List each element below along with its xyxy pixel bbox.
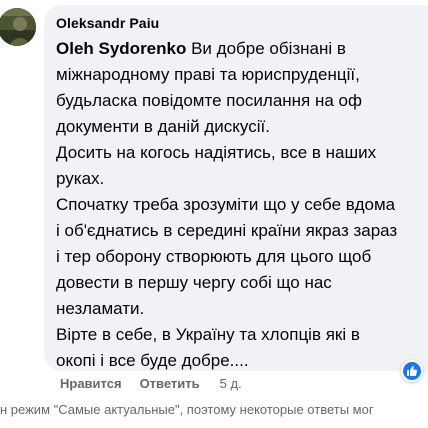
thumbs-up-icon xyxy=(403,362,421,380)
sort-mode-notice: н режим "Самые актуальные", поэтому неко… xyxy=(0,402,374,417)
comment-bubble: Oleksandr Paiu Oleh Sydorenko Ви добре о… xyxy=(44,5,428,371)
reaction-badge[interactable] xyxy=(401,360,423,382)
reply-button[interactable]: Ответить xyxy=(140,376,200,391)
comment-actions: Нравится Ответить 5 д. xyxy=(60,375,242,391)
comment-author[interactable]: Oleksandr Paiu xyxy=(56,15,428,32)
comment-text-content: Ви добре обізнані в міжнародному праві т… xyxy=(56,39,398,370)
like-button[interactable]: Нравится xyxy=(60,376,122,391)
comment-timestamp[interactable]: 5 д. xyxy=(220,376,242,391)
avatar[interactable] xyxy=(0,8,36,46)
mention-link[interactable]: Oleh Sydorenko xyxy=(56,39,186,58)
comment-thread: Oleksandr Paiu Oleh Sydorenko Ви добре о… xyxy=(0,0,428,428)
avatar-image xyxy=(0,8,36,46)
comment-text: Oleh Sydorenko Ви добре обізнані в міжна… xyxy=(56,36,428,374)
